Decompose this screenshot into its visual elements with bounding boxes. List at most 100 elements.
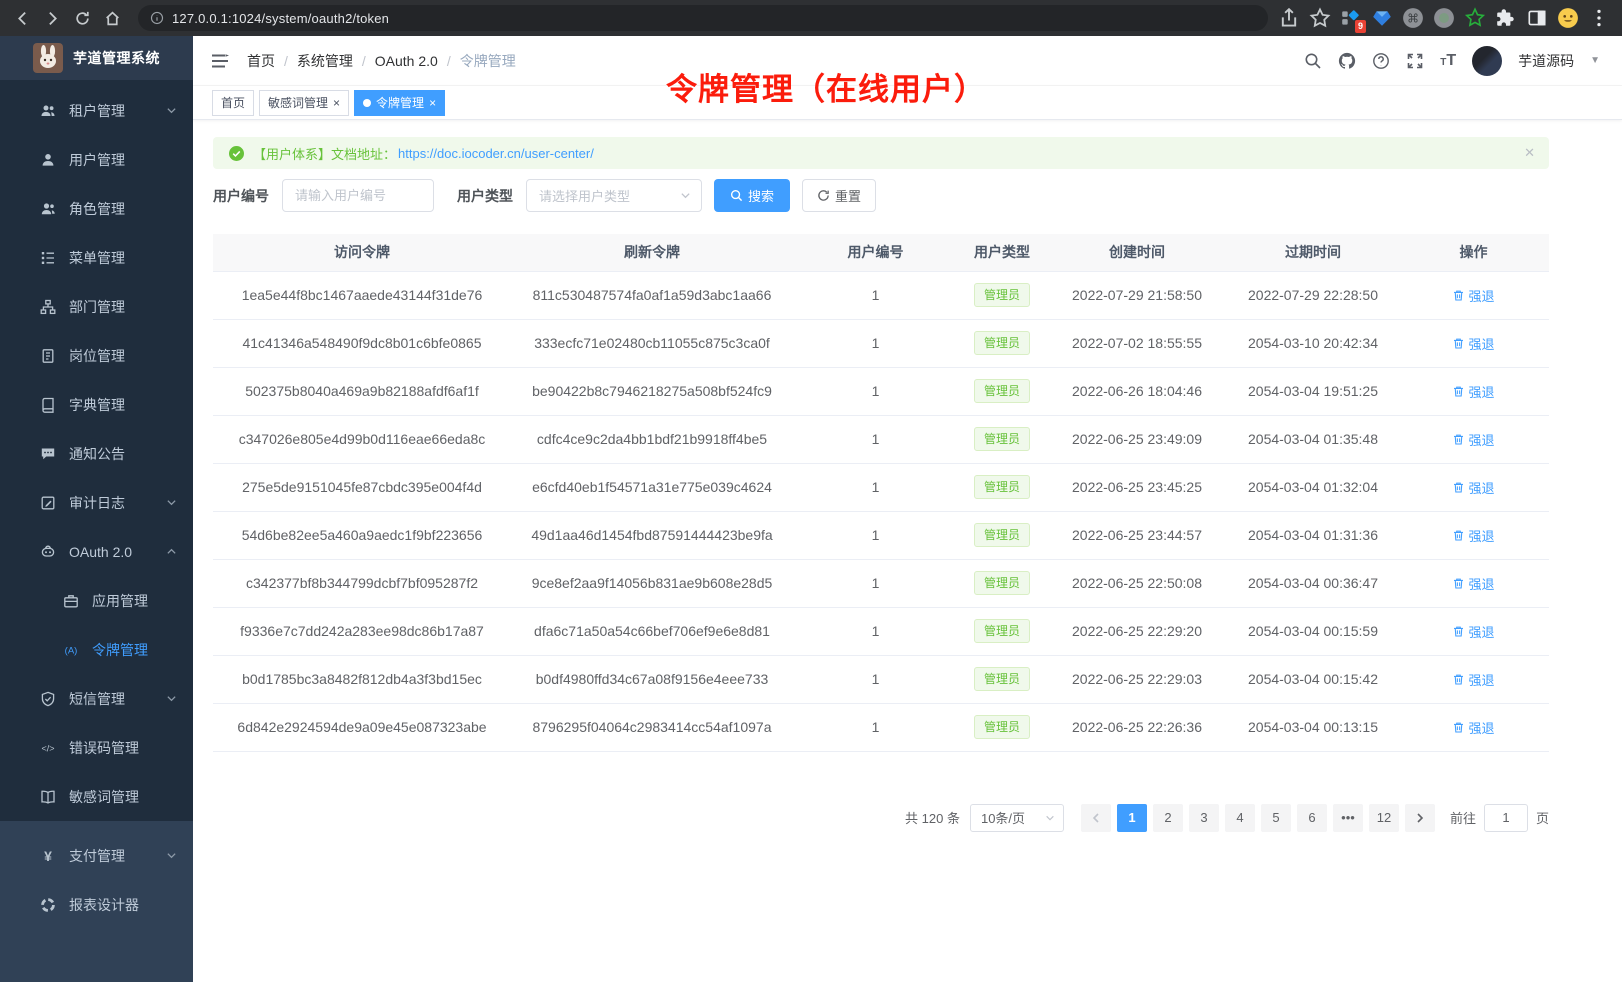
address-bar[interactable]: 127.0.0.1:1024/system/oauth2/token: [138, 5, 1268, 31]
page-size-select[interactable]: 10条/页: [970, 804, 1064, 832]
alert-close-icon[interactable]: ✕: [1524, 145, 1535, 161]
search-icon[interactable]: [1304, 52, 1322, 70]
app-logo[interactable]: 芋道管理系统: [0, 36, 193, 80]
font-size-icon[interactable]: TT: [1440, 52, 1456, 70]
sidebar-item-errcode[interactable]: </>错误码管理: [0, 723, 193, 772]
trash-icon: [1452, 481, 1465, 494]
chevron-down-icon: [166, 105, 177, 116]
breadcrumb-home[interactable]: 首页: [247, 51, 275, 71]
tag-home[interactable]: 首页: [212, 90, 254, 116]
breadcrumb-system[interactable]: 系统管理: [297, 51, 353, 71]
force-logout-button[interactable]: 强退: [1452, 286, 1494, 305]
user-type-badge: 管理员: [974, 283, 1030, 307]
extension-dot-icon[interactable]: [1433, 7, 1455, 29]
force-logout-button[interactable]: 强退: [1452, 670, 1494, 689]
force-logout-button[interactable]: 强退: [1452, 526, 1494, 545]
share-icon[interactable]: [1278, 7, 1300, 29]
force-logout-button[interactable]: 强退: [1452, 622, 1494, 641]
col-access-token: 访问令牌: [213, 234, 511, 271]
sidebar-item-sms[interactable]: 短信管理: [0, 674, 193, 723]
extension-grid-diamond-icon[interactable]: 9: [1340, 7, 1362, 29]
table-row: 54d6be82ee5a460a9aedc1f9bf223656 49d1aa4…: [213, 511, 1549, 559]
extension-command-icon[interactable]: ⌘: [1402, 7, 1424, 29]
force-logout-button[interactable]: 强退: [1452, 574, 1494, 593]
extension-star-icon[interactable]: [1464, 7, 1486, 29]
browser-reload-button[interactable]: [68, 4, 96, 32]
sidebar-item-menu[interactable]: 菜单管理: [0, 233, 193, 282]
trash-icon: [1452, 577, 1465, 590]
tag-oauth2-token[interactable]: 令牌管理 ×: [354, 90, 445, 116]
user-id-cell: 1: [793, 271, 958, 319]
extensions-puzzle-icon[interactable]: [1495, 7, 1517, 29]
user-avatar[interactable]: [1472, 46, 1502, 76]
search-button[interactable]: 搜索: [714, 179, 790, 212]
prev-page-button[interactable]: [1081, 804, 1111, 832]
reset-button[interactable]: 重置: [802, 179, 876, 212]
sidebar-item-oauth2-token[interactable]: (A)令牌管理: [0, 625, 193, 674]
user-type-label: 用户类型: [457, 186, 513, 206]
page-button-2[interactable]: 2: [1153, 804, 1183, 832]
browser-forward-button[interactable]: [38, 4, 66, 32]
refresh-token-cell: dfa6c71a50a54c66bef706ef9e6e8d81: [511, 607, 793, 655]
sidebar-item-dict[interactable]: 字典管理: [0, 380, 193, 429]
site-info-icon[interactable]: [150, 11, 164, 25]
browser-home-button[interactable]: [98, 4, 126, 32]
user-type-badge: 管理员: [974, 571, 1030, 595]
user-menu-caret-icon[interactable]: ▼: [1590, 55, 1600, 66]
refresh-token-cell: 333ecfc71e02480cb11055c875c3ca0f: [511, 319, 793, 367]
sidebar-item-audit-log[interactable]: 审计日志: [0, 478, 193, 527]
pagination-ellipsis[interactable]: •••: [1333, 804, 1363, 832]
app-logo-image: [33, 43, 63, 73]
close-tag-icon[interactable]: ×: [429, 97, 436, 109]
force-logout-button[interactable]: 强退: [1452, 430, 1494, 449]
chevron-down-icon: [1045, 813, 1055, 823]
sidebar-item-user[interactable]: 用户管理: [0, 135, 193, 184]
actions-cell: 强退: [1398, 655, 1549, 703]
sidebar-item-report[interactable]: 报表设计器: [0, 880, 193, 929]
tag-sensitive-word[interactable]: 敏感词管理 ×: [259, 90, 349, 116]
force-logout-button[interactable]: 强退: [1452, 478, 1494, 497]
page-button-3[interactable]: 3: [1189, 804, 1219, 832]
sidebar-item-tenant[interactable]: 租户管理: [0, 86, 193, 135]
page-button-6[interactable]: 6: [1297, 804, 1327, 832]
goto-page-input[interactable]: [1484, 804, 1528, 832]
sidebar-toggle-icon[interactable]: [210, 51, 230, 71]
page-button-5[interactable]: 5: [1261, 804, 1291, 832]
user-name[interactable]: 芋道源码: [1518, 51, 1574, 71]
browser-menu-icon[interactable]: [1588, 7, 1610, 29]
doc-link[interactable]: https://doc.iocoder.cn/user-center/: [398, 146, 594, 161]
help-icon[interactable]: [1372, 52, 1390, 70]
sidebar-item-sensitive-word[interactable]: 敏感词管理: [0, 772, 193, 821]
next-page-button[interactable]: [1405, 804, 1435, 832]
table-row: 502375b8040a469a9b82188afdf6af1f be90422…: [213, 367, 1549, 415]
bookmark-star-icon[interactable]: [1309, 7, 1331, 29]
extension-gem-icon[interactable]: [1371, 7, 1393, 29]
sidebar-item-dept[interactable]: 部门管理: [0, 282, 193, 331]
sidebar-item-pay[interactable]: ¥支付管理: [0, 831, 193, 880]
browser-back-button[interactable]: [8, 4, 36, 32]
user-id-cell: 1: [793, 463, 958, 511]
sidebar-item-oauth2-client[interactable]: 应用管理: [0, 576, 193, 625]
sidebar-item-role[interactable]: 角色管理: [0, 184, 193, 233]
sidebar-item-notice[interactable]: 通知公告: [0, 429, 193, 478]
sidebar-item-oauth2[interactable]: OAuth 2.0: [0, 527, 193, 576]
force-logout-button[interactable]: 强退: [1452, 718, 1494, 737]
svg-text:¥: ¥: [44, 848, 52, 864]
page-button-1[interactable]: 1: [1117, 804, 1147, 832]
breadcrumb-oauth2[interactable]: OAuth 2.0: [375, 53, 438, 69]
notice-icon: [40, 446, 56, 462]
page-button-4[interactable]: 4: [1225, 804, 1255, 832]
user-id-input[interactable]: [282, 179, 434, 212]
trash-icon: [1452, 625, 1465, 638]
force-logout-button[interactable]: 强退: [1452, 382, 1494, 401]
page-button-12[interactable]: 12: [1369, 804, 1399, 832]
fullscreen-icon[interactable]: [1406, 52, 1424, 70]
force-logout-button[interactable]: 强退: [1452, 334, 1494, 353]
token-table: 访问令牌 刷新令牌 用户编号 用户类型 创建时间 过期时间 操作 1ea5e44…: [213, 234, 1549, 752]
user-type-select[interactable]: 请选择用户类型: [526, 179, 702, 212]
sidebar-item-post[interactable]: 岗位管理: [0, 331, 193, 380]
side-panel-icon[interactable]: [1526, 7, 1548, 29]
github-icon[interactable]: [1338, 52, 1356, 70]
profile-avatar-icon[interactable]: [1557, 7, 1579, 29]
close-tag-icon[interactable]: ×: [333, 97, 340, 109]
